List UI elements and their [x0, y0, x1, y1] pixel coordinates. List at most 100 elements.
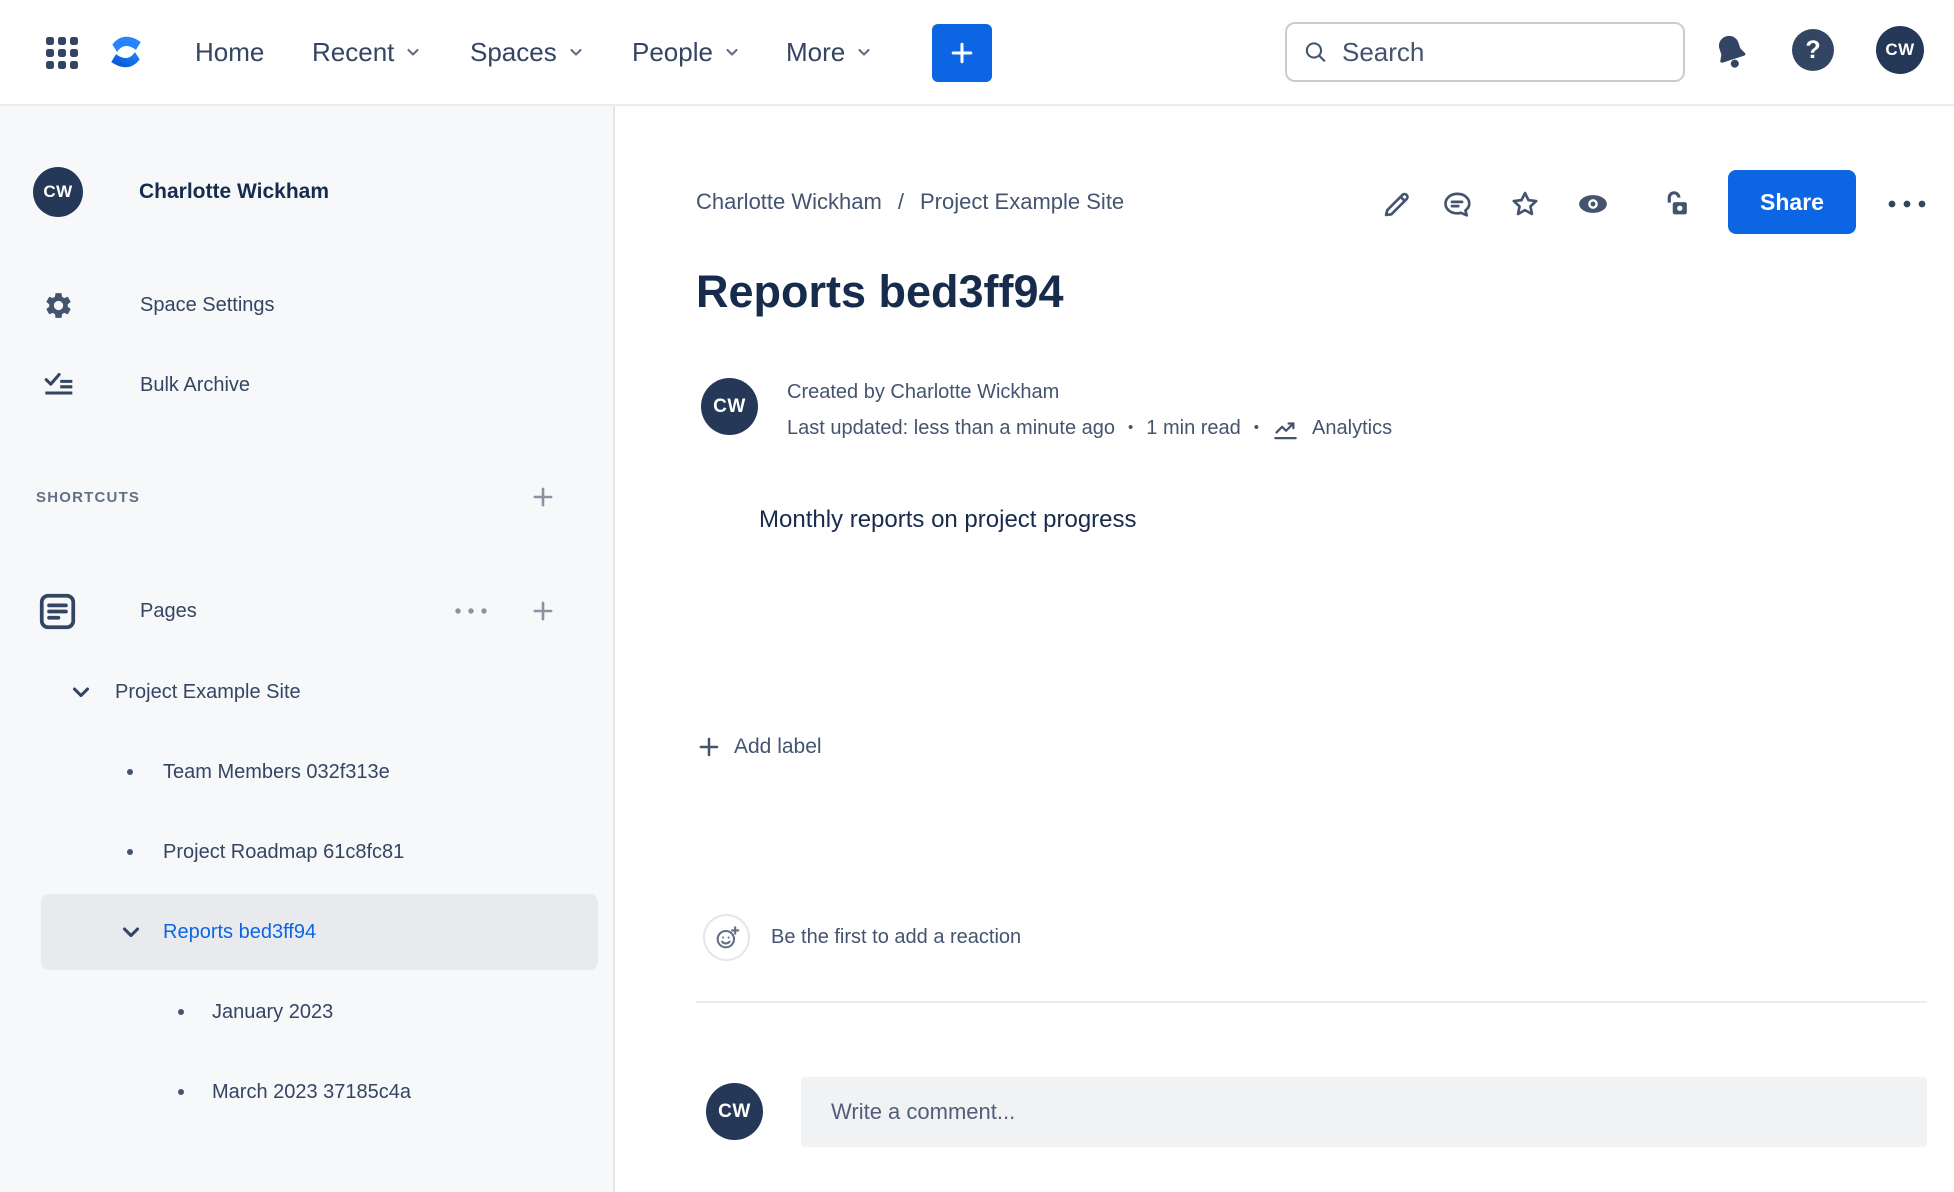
nav-people[interactable]: People — [632, 0, 741, 104]
sidebar-item-space-settings[interactable]: Space Settings — [43, 283, 275, 327]
star-button[interactable] — [1508, 187, 1542, 221]
last-updated[interactable]: Last updated: less than a minute ago — [787, 410, 1115, 446]
plus-icon — [533, 487, 553, 507]
plus-icon — [699, 737, 719, 757]
create-button[interactable] — [932, 24, 992, 82]
breadcrumb: Charlotte Wickham / Project Example Site — [696, 182, 1124, 222]
tree-item-label: January 2023 — [212, 1000, 334, 1023]
reaction-prompt: Be the first to add a reaction — [771, 926, 1022, 948]
help-button[interactable]: ? — [1792, 29, 1834, 71]
gear-icon — [46, 292, 71, 318]
chevron-down-icon — [726, 48, 738, 56]
page-title: Reports bed3ff94 — [696, 266, 1064, 317]
sidebar-item-label: Bulk Archive — [140, 373, 251, 396]
sidebar-item-bulk-archive[interactable]: Bulk Archive — [43, 363, 250, 407]
comment-input-box[interactable] — [801, 1077, 1927, 1147]
user-avatar[interactable]: CW — [1876, 26, 1924, 74]
search-box[interactable] — [1285, 22, 1685, 82]
byline: Created by Charlotte Wickham Last update… — [787, 374, 1392, 446]
ellipsis-icon — [1888, 200, 1926, 208]
nav-people-label: People — [632, 36, 713, 67]
tree-item-label: Team Members 032f313e — [163, 760, 390, 783]
nav-home[interactable]: Home — [195, 0, 264, 104]
ellipsis-icon — [455, 608, 487, 614]
plus-icon — [533, 601, 553, 621]
more-actions-button[interactable] — [1885, 187, 1929, 221]
sidebar-item-pages[interactable]: Pages — [35, 587, 197, 635]
top-nav: Home Recent Spaces People More ? CW — [0, 0, 1954, 106]
breadcrumb-space[interactable]: Charlotte Wickham — [696, 189, 882, 215]
comments-button[interactable] — [1440, 187, 1474, 221]
tree-item-label: Project Roadmap 61c8fc81 — [163, 840, 405, 863]
breadcrumb-parent-page[interactable]: Project Example Site — [920, 189, 1124, 215]
chevron-down-icon — [407, 48, 419, 56]
tree-item-label: Reports bed3ff94 — [163, 920, 317, 943]
breadcrumb-separator: / — [897, 189, 904, 214]
tree-item-project-roadmap[interactable]: Project Roadmap 61c8fc81 — [127, 830, 404, 874]
page-body-text: Monthly reports on project progress — [759, 506, 1137, 533]
share-button[interactable]: Share — [1728, 170, 1856, 234]
space-name: Charlotte Wickham — [139, 180, 330, 203]
comment-bubble-icon — [1444, 192, 1471, 217]
star-icon — [1512, 191, 1538, 216]
pages-more-button[interactable] — [446, 593, 496, 629]
tree-item-team-members[interactable]: Team Members 032f313e — [127, 750, 390, 794]
commenter-avatar: CW — [706, 1083, 763, 1140]
unlocked-padlock-icon — [1667, 191, 1687, 215]
bulk-archive-icon — [44, 372, 73, 395]
watch-button[interactable] — [1576, 187, 1610, 221]
bullet-icon — [127, 849, 133, 855]
add-shortcut-button[interactable] — [525, 479, 561, 515]
nav-more[interactable]: More — [786, 0, 873, 104]
bullet-icon — [178, 1089, 184, 1095]
bullet-icon — [178, 1009, 184, 1015]
nav-home-label: Home — [195, 36, 265, 67]
pencil-icon — [1384, 192, 1409, 217]
app-switcher-button[interactable] — [42, 33, 82, 73]
tree-item-project-example-site[interactable]: Project Example Site — [68, 670, 301, 714]
smiley-add-reaction-icon — [716, 925, 739, 948]
edit-button[interactable] — [1380, 187, 1414, 221]
search-icon — [1305, 42, 1326, 63]
chevron-down-icon — [72, 687, 90, 698]
separator-dot: • — [1253, 419, 1260, 436]
space-header[interactable]: CW Charlotte Wickham — [33, 167, 329, 217]
notifications-bell-icon[interactable] — [1706, 27, 1756, 77]
created-by: Created by Charlotte Wickham — [787, 381, 1060, 403]
nav-spaces-label: Spaces — [470, 36, 557, 67]
nav-recent[interactable]: Recent — [312, 0, 422, 104]
tree-item-january-2023[interactable]: January 2023 — [178, 990, 333, 1034]
read-time: 1 min read — [1146, 417, 1241, 439]
separator-dot: • — [1128, 419, 1134, 436]
nav-more-label: More — [786, 36, 846, 67]
add-page-button[interactable] — [525, 593, 561, 629]
comment-input[interactable] — [801, 1099, 1927, 1125]
analytics-chart-icon — [1274, 421, 1297, 439]
shortcuts-heading: SHORTCUTS — [36, 488, 141, 506]
question-mark-icon: ? — [1805, 35, 1821, 64]
chevron-down-icon — [122, 927, 140, 938]
tree-item-reports-selected[interactable]: Reports bed3ff94 — [41, 894, 598, 970]
space-sidebar: CW Charlotte Wickham Space Settings Bulk… — [0, 106, 615, 1192]
app-grid-icon — [46, 37, 78, 69]
search-input[interactable] — [1342, 36, 1667, 68]
chevron-down-icon — [570, 48, 582, 56]
sidebar-item-label: Space Settings — [140, 293, 275, 316]
nav-spaces[interactable]: Spaces — [470, 0, 585, 104]
pages-icon — [39, 593, 76, 629]
nav-recent-label: Recent — [312, 36, 395, 67]
add-label-button[interactable]: Add label — [696, 725, 822, 769]
restrictions-button[interactable] — [1660, 187, 1694, 221]
tree-item-label: March 2023 37185c4a — [212, 1080, 412, 1103]
author-avatar[interactable]: CW — [701, 378, 758, 435]
analytics-link[interactable]: Analytics — [1312, 410, 1392, 446]
eye-icon — [1579, 195, 1607, 213]
section-divider — [696, 1001, 1927, 1003]
tree-item-march-2023[interactable]: March 2023 37185c4a — [178, 1070, 411, 1114]
space-avatar: CW — [33, 167, 83, 217]
add-label-text: Add label — [734, 735, 822, 758]
page-content: Charlotte Wickham / Project Example Site — [617, 106, 1954, 1192]
add-reaction-button[interactable] — [703, 914, 750, 961]
plus-icon — [951, 42, 973, 64]
confluence-logo-icon[interactable] — [104, 30, 148, 74]
